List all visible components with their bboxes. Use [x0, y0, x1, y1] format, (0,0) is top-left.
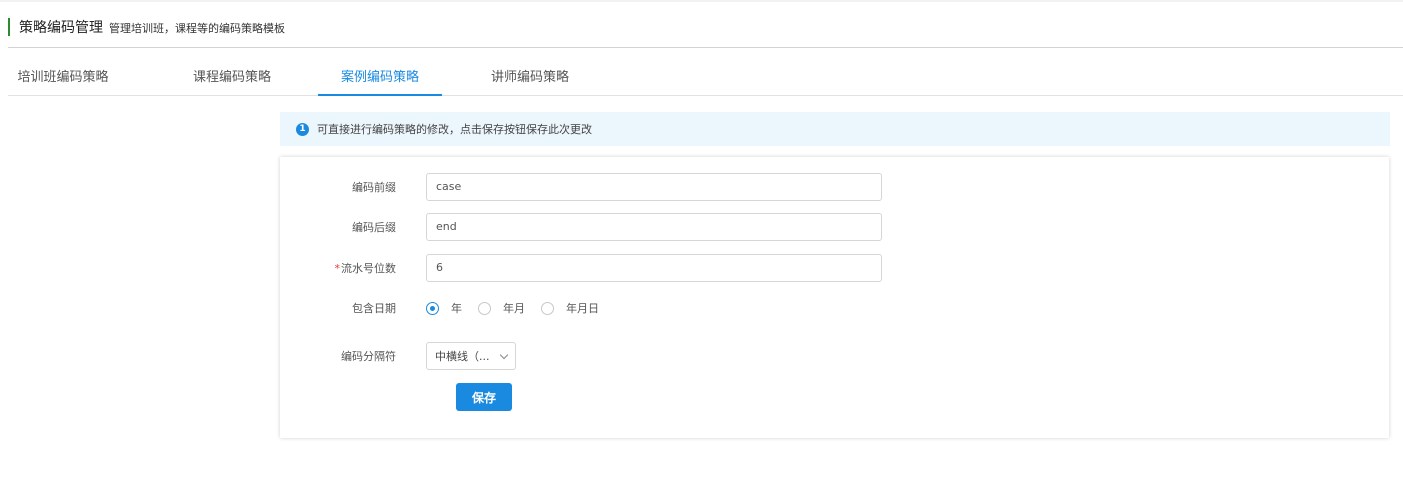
info-icon: 1: [296, 122, 309, 136]
serial-digits-row: *流水号位数 6: [280, 254, 1389, 282]
include-date-row: 包含日期 年 年月 年月日: [280, 300, 1389, 316]
radio-year-dot[interactable]: [426, 301, 439, 315]
header-divider: [8, 47, 1403, 48]
page-title: 策略编码管理: [19, 20, 103, 36]
tab-case-strategy[interactable]: 案例编码策略: [318, 62, 442, 96]
suffix-row: 编码后缀 end: [280, 213, 1389, 241]
page-subtitle: 管理培训班，课程等的编码策略模板: [109, 22, 285, 35]
radio-year-month-label: 年月: [503, 302, 525, 315]
page-header: 策略编码管理 管理培训班，课程等的编码策略模板: [8, 17, 285, 37]
info-notice: 1 可直接进行编码策略的修改，点击保存按钮保存此次更改: [280, 112, 1390, 146]
include-date-label: 包含日期: [352, 302, 396, 315]
radio-year-label: 年: [451, 302, 462, 315]
serial-digits-input[interactable]: 6: [426, 254, 882, 282]
save-button[interactable]: 保存: [456, 383, 512, 411]
radio-year-month-dot[interactable]: [478, 301, 491, 315]
serial-digits-label: *流水号位数: [280, 260, 426, 276]
radio-year-month[interactable]: 年月: [478, 300, 525, 316]
suffix-label: 编码后缀: [352, 221, 396, 234]
prefix-input[interactable]: case: [426, 173, 882, 201]
tab-course-strategy[interactable]: 课程编码策略: [172, 62, 292, 94]
radio-year[interactable]: 年: [426, 300, 462, 316]
chevron-down-icon: [499, 350, 509, 359]
separator-select[interactable]: 中横线（...: [426, 342, 516, 370]
separator-label: 编码分隔符: [341, 350, 396, 363]
serial-digits-label-text: 流水号位数: [341, 262, 396, 275]
separator-selected-value: 中横线（...: [435, 350, 490, 363]
prefix-row: 编码前缀 case: [280, 173, 1389, 201]
tab-training-class-strategy[interactable]: 培训班编码策略: [8, 62, 118, 94]
header-accent-bar: [8, 18, 10, 36]
radio-year-month-day-label: 年月日: [566, 302, 599, 315]
radio-year-month-day-dot[interactable]: [541, 301, 554, 315]
suffix-input[interactable]: end: [426, 213, 882, 241]
prefix-label: 编码前缀: [352, 181, 396, 194]
top-border: [0, 0, 1403, 2]
tab-bar-underline: [8, 95, 1403, 96]
tab-bar: 培训班编码策略 课程编码策略 案例编码策略 讲师编码策略: [8, 62, 1403, 96]
required-mark: *: [334, 262, 341, 275]
form-panel: 编码前缀 case 编码后缀 end *流水号位数 6 包含日期 年 年月 年月…: [280, 157, 1389, 438]
separator-row: 编码分隔符 中横线（...: [280, 342, 1389, 370]
include-date-radio-group: 年 年月 年月日: [426, 300, 615, 316]
tab-lecturer-strategy[interactable]: 讲师编码策略: [470, 62, 590, 94]
notice-text: 可直接进行编码策略的修改，点击保存按钮保存此次更改: [317, 123, 592, 136]
radio-year-month-day[interactable]: 年月日: [541, 300, 599, 316]
